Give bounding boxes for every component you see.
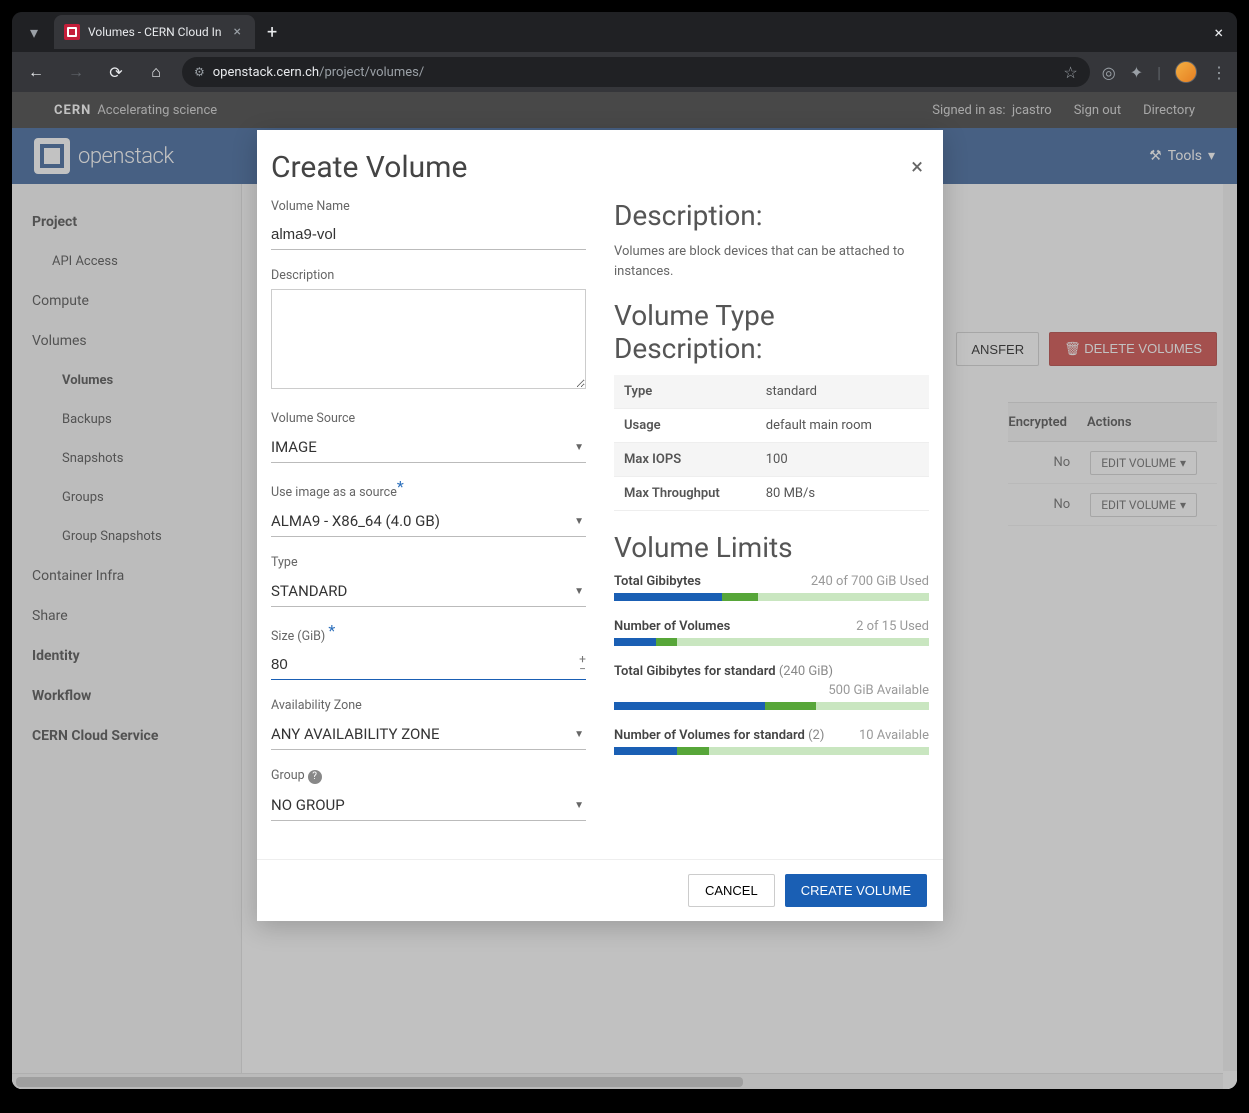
- reload-button[interactable]: ⟳: [102, 58, 130, 86]
- bookmark-icon[interactable]: ☆: [1063, 63, 1077, 82]
- group-select[interactable]: NO GROUP: [271, 790, 586, 821]
- tab-title: Volumes - CERN Cloud In: [88, 25, 221, 39]
- new-tab-button[interactable]: +: [255, 22, 289, 43]
- create-volume-modal: Create Volume × Volume Name Description …: [257, 130, 943, 921]
- size-input[interactable]: [271, 650, 586, 680]
- create-volume-button[interactable]: CREATE VOLUME: [785, 874, 927, 907]
- profile-avatar-icon[interactable]: [1175, 61, 1197, 83]
- url-field[interactable]: ⚙ openstack.cern.ch/project/volumes/ ☆: [182, 57, 1090, 87]
- home-button[interactable]: ⌂: [142, 58, 170, 86]
- az-select[interactable]: ANY AVAILABILITY ZONE: [271, 719, 586, 750]
- volume-source-select[interactable]: IMAGE: [271, 432, 586, 463]
- description-label: Description: [271, 268, 586, 283]
- size-label: Size (GiB) *: [271, 625, 586, 644]
- browser-tab[interactable]: Volumes - CERN Cloud In ×: [54, 15, 255, 49]
- use-image-label: Use image as a source*: [271, 481, 586, 500]
- openstack-favicon-icon: [64, 24, 80, 40]
- description-heading: Description:: [614, 199, 929, 232]
- limit-total-gib-std: Total Gibibytes for standard (240 GiB) 5…: [614, 664, 929, 710]
- site-info-icon[interactable]: ⚙: [194, 65, 205, 79]
- lens-icon[interactable]: ◎: [1102, 63, 1116, 82]
- back-button[interactable]: ←: [22, 58, 50, 86]
- tab-bar: ▾ Volumes - CERN Cloud In × + ×: [12, 12, 1237, 52]
- help-icon[interactable]: ?: [308, 770, 322, 784]
- description-textarea[interactable]: [271, 289, 586, 389]
- limit-total-gib: Total Gibibytes240 of 700 GiB Used: [614, 574, 929, 601]
- volume-type-desc-heading: Volume Type Description:: [614, 299, 929, 365]
- browser-menu-icon[interactable]: ⋮: [1211, 63, 1227, 82]
- modal-title: Create Volume: [271, 150, 467, 185]
- use-image-select[interactable]: ALMA9 - X86_64 (4.0 GB): [271, 506, 586, 537]
- close-icon[interactable]: ×: [911, 155, 923, 180]
- description-text: Volumes are block devices that can be at…: [614, 242, 929, 281]
- volume-name-input[interactable]: [271, 220, 586, 250]
- volume-name-label: Volume Name: [271, 199, 586, 214]
- extensions-icon[interactable]: ✦: [1130, 63, 1143, 82]
- tabs-dropdown-button[interactable]: ▾: [20, 18, 48, 46]
- cancel-button[interactable]: CANCEL: [688, 874, 775, 907]
- group-label: Group?: [271, 768, 586, 784]
- url-text: openstack.cern.ch/project/volumes/: [213, 65, 424, 80]
- limit-num-volumes: Number of Volumes2 of 15 Used: [614, 619, 929, 646]
- volume-type-table: Typestandard Usagedefault main room Max …: [614, 375, 929, 511]
- az-label: Availability Zone: [271, 698, 586, 713]
- volume-limits-heading: Volume Limits: [614, 531, 929, 564]
- volume-source-label: Volume Source: [271, 411, 586, 426]
- type-label: Type: [271, 555, 586, 570]
- close-window-icon[interactable]: ×: [1200, 23, 1237, 42]
- size-stepper[interactable]: +−: [579, 654, 586, 674]
- address-bar: ← → ⟳ ⌂ ⚙ openstack.cern.ch/project/volu…: [12, 52, 1237, 92]
- close-tab-icon[interactable]: ×: [229, 22, 244, 42]
- limit-num-volumes-std: Number of Volumes for standard (2)10 Ava…: [614, 728, 929, 755]
- type-select[interactable]: STANDARD: [271, 576, 586, 607]
- forward-button[interactable]: →: [62, 58, 90, 86]
